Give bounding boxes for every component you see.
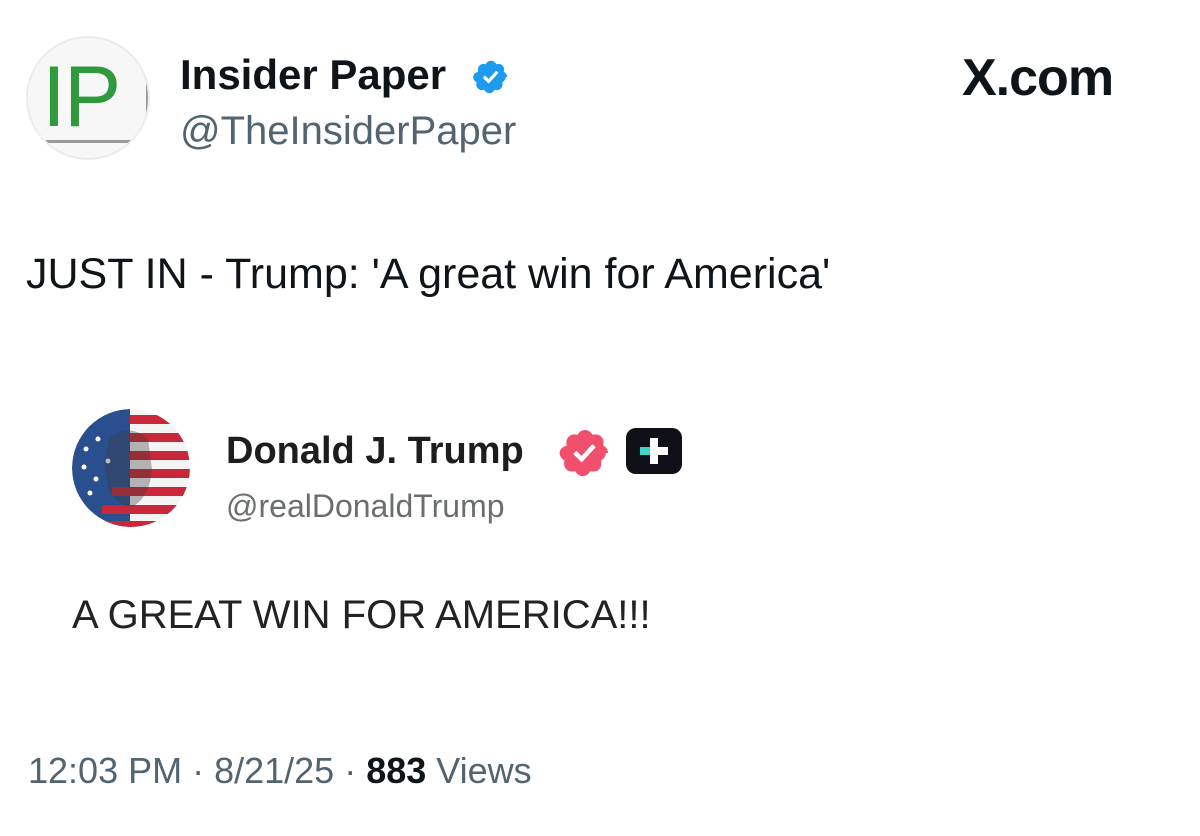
avatar-logo-text: IP <box>42 49 121 145</box>
views-label: Views <box>426 750 532 791</box>
truth-social-plus-icon <box>626 428 682 474</box>
embedded-author-avatar <box>72 409 190 527</box>
verified-badge-icon <box>559 429 609 477</box>
tweet-text: JUST IN - Trump: 'A great win for Americ… <box>26 250 831 298</box>
tweet-meta: 12:03 PM · 8/21/25 · 883 Views <box>28 748 532 794</box>
meta-separator: · <box>334 750 367 791</box>
verified-badge-icon <box>473 60 508 94</box>
embedded-author-name: Donald J. Trump <box>226 430 524 472</box>
tweet-date[interactable]: 8/21/25 <box>214 750 334 791</box>
tweet-time[interactable]: 12:03 PM <box>28 750 182 791</box>
avatar-logo-shadow-side <box>146 60 148 142</box>
author-handle[interactable]: @TheInsiderPaper <box>180 106 516 156</box>
meta-separator: · <box>182 750 215 791</box>
embedded-author-handle: @realDonaldTrump <box>226 488 505 524</box>
x-com-logo: X.com <box>962 49 1114 107</box>
embedded-post-text: A GREAT WIN FOR AMERICA!!! <box>72 593 651 637</box>
author-name[interactable]: Insider Paper <box>180 50 446 100</box>
views-count[interactable]: 883 <box>366 750 426 791</box>
author-avatar[interactable]: IP <box>26 36 150 160</box>
avatar-logo-shadow <box>46 140 134 143</box>
